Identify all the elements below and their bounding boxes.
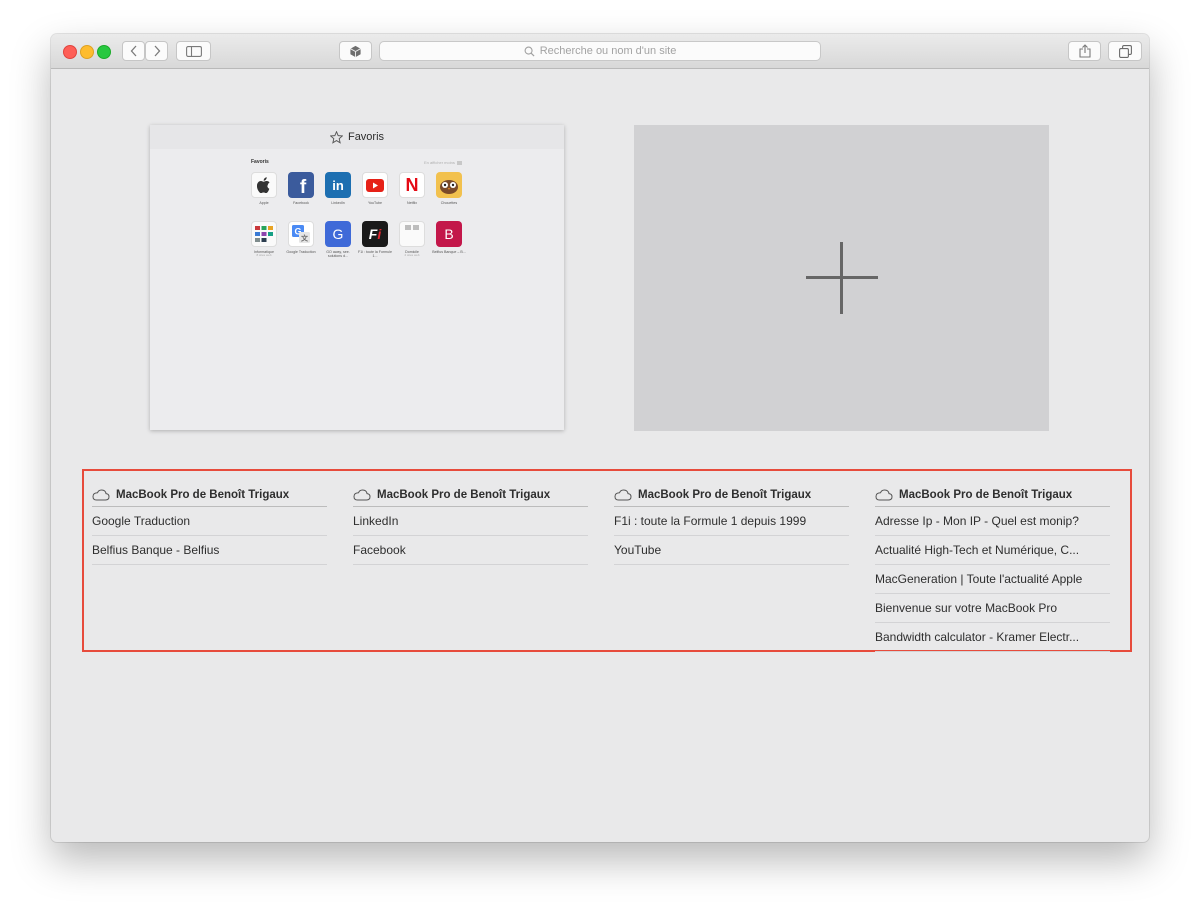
icloud-tab-link[interactable]: LinkedIn [353,507,588,536]
google-translate-icon: G文 [292,225,310,243]
device-header: MacBook Pro de Benoît Trigaux [614,485,849,507]
tile-label: GO away, see. solutions d... [326,250,350,258]
tile-label: Chouettes [440,201,458,205]
tile-sublabel: 2 sites web [404,253,420,257]
favorite-tile-linkedin: in LinkedIn [324,172,352,205]
tile-sublabel: 8 sites web [256,253,272,257]
favorite-tile-google-traduction: G文 Google Traduction [286,221,316,254]
folder-grid-icon [255,226,273,242]
svg-text:文: 文 [301,234,309,243]
facebook-logo-icon: f [299,177,307,198]
icloud-tabs-section: MacBook Pro de Benoît Trigaux Google Tra… [82,469,1132,652]
address-placeholder: Recherche ou nom d'un site [539,45,677,57]
safari-window: Recherche ou nom d'un site Favoris Favor… [51,34,1149,842]
address-bar[interactable]: Recherche ou nom d'un site [379,41,821,61]
icloud-tab-link[interactable]: Bienvenue sur votre MacBook Pro [875,594,1110,623]
forward-button[interactable] [145,41,168,61]
favorite-tile-chouettes: Chouettes [435,172,463,205]
f1i-logo-icon: Fi [368,226,382,242]
favorite-tile-go-away: G GO away, see. solutions d... [324,221,352,258]
icloud-tab-link[interactable]: Actualité High-Tech et Numérique, C... [875,536,1110,565]
icloud-tab-link[interactable]: YouTube [614,536,849,565]
icloud-device-column: MacBook Pro de Benoît Trigaux F1i : tout… [614,485,849,565]
letter-g-icon: G [332,226,344,242]
device-header: MacBook Pro de Benoît Trigaux [353,485,588,507]
device-name: MacBook Pro de Benoît Trigaux [899,489,1073,501]
favorites-tab-card[interactable]: Favoris Favoris En afficher moins Apple … [150,125,564,430]
star-icon [329,130,343,144]
tile-label: Belfius Banque – B... [432,250,466,254]
mini-show-less: En afficher moins [424,160,462,165]
share-button[interactable] [1068,41,1101,61]
icloud-tab-link[interactable]: F1i : toute la Formule 1 depuis 1999 [614,507,849,536]
favorite-folder-informatique: Informatique 8 sites web [250,221,278,258]
minimize-window-button[interactable] [80,45,94,59]
sidebar-icon [185,45,202,57]
device-name: MacBook Pro de Benoît Trigaux [116,489,290,501]
icloud-device-column: MacBook Pro de Benoît Trigaux Adresse Ip… [875,485,1110,652]
cube-icon [350,45,361,57]
icloud-tab-link[interactable]: Facebook [353,536,588,565]
new-tab-button[interactable] [634,125,1049,431]
close-window-button[interactable] [63,45,77,59]
letter-b-icon: B [444,226,454,242]
cloud-icon [875,489,893,501]
tile-label: YouTube [367,201,383,205]
favorite-tile-netflix: N Netflix [398,172,426,205]
icloud-device-column: MacBook Pro de Benoît Trigaux Google Tra… [92,485,327,565]
cloud-icon [614,489,632,501]
cloud-icon [92,489,110,501]
tile-label: Netflix [407,201,417,205]
icloud-tab-link[interactable]: Belfius Banque - Belfius [92,536,327,565]
back-button[interactable] [122,41,145,61]
mini-show-less-text: En afficher moins [424,160,455,165]
favorite-folder-domicile: Domicile 2 sites web [398,221,426,258]
zoom-window-button[interactable] [97,45,111,59]
icloud-tab-link[interactable]: Google Traduction [92,507,327,536]
favorite-tile-belfius: B Belfius Banque – B... [432,221,466,254]
toolbar: Recherche ou nom d'un site [51,34,1149,69]
favorite-tile-apple: Apple [250,172,278,205]
cloud-icon [353,489,371,501]
sidebar-button[interactable] [176,41,211,61]
icloud-tab-link[interactable]: MacGeneration | Toute l'actualité Apple [875,565,1110,594]
apple-logo-icon [257,177,270,193]
favorite-tile-f1i: Fi F1i : toute la Formule 1... [358,221,392,258]
search-icon [524,46,535,57]
extension-button[interactable] [339,41,372,61]
tabs-overview-icon [1118,44,1132,58]
device-header: MacBook Pro de Benoît Trigaux [875,485,1110,507]
chevron-left-icon [130,45,136,57]
device-header: MacBook Pro de Benoît Trigaux [92,485,327,507]
tile-label: F1i : toute la Formule 1... [358,250,392,258]
favorite-tile-facebook: f Facebook [287,172,315,205]
share-icon [1078,44,1091,58]
favorites-card-header: Favoris [150,125,564,149]
tile-label: Google Traduction [286,250,316,254]
linkedin-logo-icon: in [332,177,344,193]
device-name: MacBook Pro de Benoît Trigaux [638,489,812,501]
netflix-logo-icon: N [405,174,419,195]
tabs-overview-button[interactable] [1108,41,1142,61]
icloud-device-column: MacBook Pro de Benoît Trigaux LinkedIn F… [353,485,588,565]
icloud-tab-link[interactable]: Bandwidth calculator - Kramer Electr... [875,623,1110,652]
favorite-tile-youtube: YouTube [361,172,389,205]
tab-overview-content: Favoris Favoris En afficher moins Apple … [51,69,1149,842]
tile-label: LinkedIn [331,201,345,205]
folder-thumbnails-icon [405,225,419,230]
owl-face-icon [440,180,458,194]
mini-favorites-label: Favoris [251,159,269,165]
tile-label: Facebook [293,201,309,205]
chevron-right-icon [154,45,160,57]
icloud-tab-link[interactable]: Adresse Ip - Mon IP - Quel est monip? [875,507,1110,536]
device-name: MacBook Pro de Benoît Trigaux [377,489,551,501]
tile-label: Apple [259,201,269,205]
youtube-logo-icon [366,178,384,192]
favorites-card-title: Favoris [347,131,385,143]
